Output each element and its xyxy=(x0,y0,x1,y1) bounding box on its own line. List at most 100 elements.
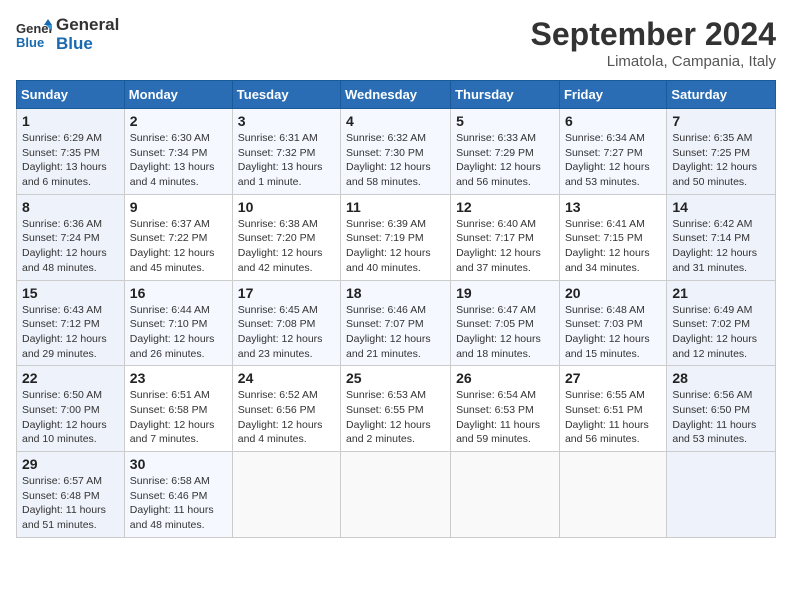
day-number: 9 xyxy=(130,199,227,215)
calendar-cell: 25 Sunrise: 6:53 AM Sunset: 6:55 PM Dayli… xyxy=(341,366,451,452)
day-number: 1 xyxy=(22,113,119,129)
day-number: 28 xyxy=(672,370,770,386)
day-number: 26 xyxy=(456,370,554,386)
calendar-cell: 29 Sunrise: 6:57 AM Sunset: 6:48 PM Dayli… xyxy=(17,452,125,538)
day-number: 8 xyxy=(22,199,119,215)
calendar-cell: 24 Sunrise: 6:52 AM Sunset: 6:56 PM Dayli… xyxy=(232,366,340,452)
calendar-cell xyxy=(667,452,776,538)
calendar-cell: 22 Sunrise: 6:50 AM Sunset: 7:00 PM Dayli… xyxy=(17,366,125,452)
logo-icon: General Blue xyxy=(16,17,52,53)
month-title: September 2024 xyxy=(531,16,776,53)
day-info: Sunrise: 6:46 AM Sunset: 7:07 PM Dayligh… xyxy=(346,303,445,362)
calendar-cell: 3 Sunrise: 6:31 AM Sunset: 7:32 PM Daylig… xyxy=(232,109,340,195)
day-number: 5 xyxy=(456,113,554,129)
day-info: Sunrise: 6:55 AM Sunset: 6:51 PM Dayligh… xyxy=(565,388,661,447)
day-number: 30 xyxy=(130,456,227,472)
calendar-cell xyxy=(451,452,560,538)
calendar-cell xyxy=(232,452,340,538)
calendar-table: SundayMondayTuesdayWednesdayThursdayFrid… xyxy=(16,80,776,538)
day-number: 29 xyxy=(22,456,119,472)
calendar-cell: 23Sunrise: 6:51 AM Sunset: 6:58 PM Dayli… xyxy=(124,366,232,452)
day-number: 10 xyxy=(238,199,335,215)
day-number: 19 xyxy=(456,285,554,301)
day-number: 11 xyxy=(346,199,445,215)
calendar-cell: 1 Sunrise: 6:29 AM Sunset: 7:35 PM Daylig… xyxy=(17,109,125,195)
day-info: Sunrise: 6:52 AM Sunset: 6:56 PM Dayligh… xyxy=(238,388,335,447)
day-info: Sunrise: 6:54 AM Sunset: 6:53 PM Dayligh… xyxy=(456,388,554,447)
calendar-cell: 14 Sunrise: 6:42 AM Sunset: 7:14 PM Dayli… xyxy=(667,194,776,280)
day-info: Sunrise: 6:29 AM Sunset: 7:35 PM Dayligh… xyxy=(22,131,119,190)
calendar-cell: 15 Sunrise: 6:43 AM Sunset: 7:12 PM Dayli… xyxy=(17,280,125,366)
day-info: Sunrise: 6:53 AM Sunset: 6:55 PM Dayligh… xyxy=(346,388,445,447)
day-number: 2 xyxy=(130,113,227,129)
day-info: Sunrise: 6:42 AM Sunset: 7:14 PM Dayligh… xyxy=(672,217,770,276)
day-number: 20 xyxy=(565,285,661,301)
calendar-cell: 5 Sunrise: 6:33 AM Sunset: 7:29 PM Daylig… xyxy=(451,109,560,195)
weekday-header-monday: Monday xyxy=(124,81,232,109)
day-info: Sunrise: 6:45 AM Sunset: 7:08 PM Dayligh… xyxy=(238,303,335,362)
day-info: Sunrise: 6:58 AM Sunset: 6:46 PM Dayligh… xyxy=(130,474,227,533)
calendar-cell: 26 Sunrise: 6:54 AM Sunset: 6:53 PM Dayli… xyxy=(451,366,560,452)
calendar-cell: 13Sunrise: 6:41 AM Sunset: 7:15 PM Dayli… xyxy=(559,194,666,280)
day-number: 21 xyxy=(672,285,770,301)
calendar-cell: 17 Sunrise: 6:45 AM Sunset: 7:08 PM Dayli… xyxy=(232,280,340,366)
page-header: General Blue General Blue September 2024… xyxy=(16,16,776,70)
day-number: 22 xyxy=(22,370,119,386)
weekday-header-wednesday: Wednesday xyxy=(341,81,451,109)
calendar-cell: 6 Sunrise: 6:34 AM Sunset: 7:27 PM Daylig… xyxy=(559,109,666,195)
day-info: Sunrise: 6:34 AM Sunset: 7:27 PM Dayligh… xyxy=(565,131,661,190)
calendar-cell: 9 Sunrise: 6:37 AM Sunset: 7:22 PM Daylig… xyxy=(124,194,232,280)
day-number: 13 xyxy=(565,199,661,215)
logo-general: General xyxy=(56,16,119,35)
weekday-header-sunday: Sunday xyxy=(17,81,125,109)
calendar-cell: 7 Sunrise: 6:35 AM Sunset: 7:25 PM Daylig… xyxy=(667,109,776,195)
calendar-cell xyxy=(341,452,451,538)
day-info: Sunrise: 6:56 AM Sunset: 6:50 PM Dayligh… xyxy=(672,388,770,447)
title-block: September 2024 Limatola, Campania, Italy xyxy=(531,16,776,70)
svg-text:Blue: Blue xyxy=(16,35,44,50)
day-info: Sunrise: 6:50 AM Sunset: 7:00 PM Dayligh… xyxy=(22,388,119,447)
day-number: 4 xyxy=(346,113,445,129)
day-number: 15 xyxy=(22,285,119,301)
day-number: 17 xyxy=(238,285,335,301)
day-number: 18 xyxy=(346,285,445,301)
day-info: Sunrise: 6:32 AM Sunset: 7:30 PM Dayligh… xyxy=(346,131,445,190)
calendar-cell: 28 Sunrise: 6:56 AM Sunset: 6:50 PM Dayli… xyxy=(667,366,776,452)
weekday-header-thursday: Thursday xyxy=(451,81,560,109)
day-info: Sunrise: 6:30 AM Sunset: 7:34 PM Dayligh… xyxy=(130,131,227,190)
calendar-cell: 30 Sunrise: 6:58 AM Sunset: 6:46 PM Dayli… xyxy=(124,452,232,538)
day-info: Sunrise: 6:31 AM Sunset: 7:32 PM Dayligh… xyxy=(238,131,335,190)
calendar-cell: 21 Sunrise: 6:49 AM Sunset: 7:02 PM Dayli… xyxy=(667,280,776,366)
day-number: 6 xyxy=(565,113,661,129)
weekday-header-friday: Friday xyxy=(559,81,666,109)
calendar-cell: 10 Sunrise: 6:38 AM Sunset: 7:20 PM Dayli… xyxy=(232,194,340,280)
day-info: Sunrise: 6:49 AM Sunset: 7:02 PM Dayligh… xyxy=(672,303,770,362)
day-number: 12 xyxy=(456,199,554,215)
logo: General Blue General Blue xyxy=(16,16,119,53)
weekday-header-tuesday: Tuesday xyxy=(232,81,340,109)
day-info: Sunrise: 6:40 AM Sunset: 7:17 PM Dayligh… xyxy=(456,217,554,276)
day-info: Sunrise: 6:44 AM Sunset: 7:10 PM Dayligh… xyxy=(130,303,227,362)
location: Limatola, Campania, Italy xyxy=(531,53,776,70)
day-number: 23 xyxy=(130,370,227,386)
day-info: Sunrise: 6:39 AM Sunset: 7:19 PM Dayligh… xyxy=(346,217,445,276)
calendar-cell: 20 Sunrise: 6:48 AM Sunset: 7:03 PM Dayli… xyxy=(559,280,666,366)
day-number: 14 xyxy=(672,199,770,215)
day-number: 24 xyxy=(238,370,335,386)
calendar-cell: 19Sunrise: 6:47 AM Sunset: 7:05 PM Dayli… xyxy=(451,280,560,366)
weekday-header-saturday: Saturday xyxy=(667,81,776,109)
day-number: 3 xyxy=(238,113,335,129)
calendar-cell: 4 Sunrise: 6:32 AM Sunset: 7:30 PM Daylig… xyxy=(341,109,451,195)
calendar-cell: 18 Sunrise: 6:46 AM Sunset: 7:07 PM Dayli… xyxy=(341,280,451,366)
day-info: Sunrise: 6:57 AM Sunset: 6:48 PM Dayligh… xyxy=(22,474,119,533)
calendar-cell: 16Sunrise: 6:44 AM Sunset: 7:10 PM Dayli… xyxy=(124,280,232,366)
day-info: Sunrise: 6:43 AM Sunset: 7:12 PM Dayligh… xyxy=(22,303,119,362)
day-info: Sunrise: 6:48 AM Sunset: 7:03 PM Dayligh… xyxy=(565,303,661,362)
day-number: 25 xyxy=(346,370,445,386)
day-info: Sunrise: 6:35 AM Sunset: 7:25 PM Dayligh… xyxy=(672,131,770,190)
day-info: Sunrise: 6:38 AM Sunset: 7:20 PM Dayligh… xyxy=(238,217,335,276)
day-number: 7 xyxy=(672,113,770,129)
day-info: Sunrise: 6:33 AM Sunset: 7:29 PM Dayligh… xyxy=(456,131,554,190)
calendar-header: SundayMondayTuesdayWednesdayThursdayFrid… xyxy=(17,81,776,109)
day-info: Sunrise: 6:37 AM Sunset: 7:22 PM Dayligh… xyxy=(130,217,227,276)
